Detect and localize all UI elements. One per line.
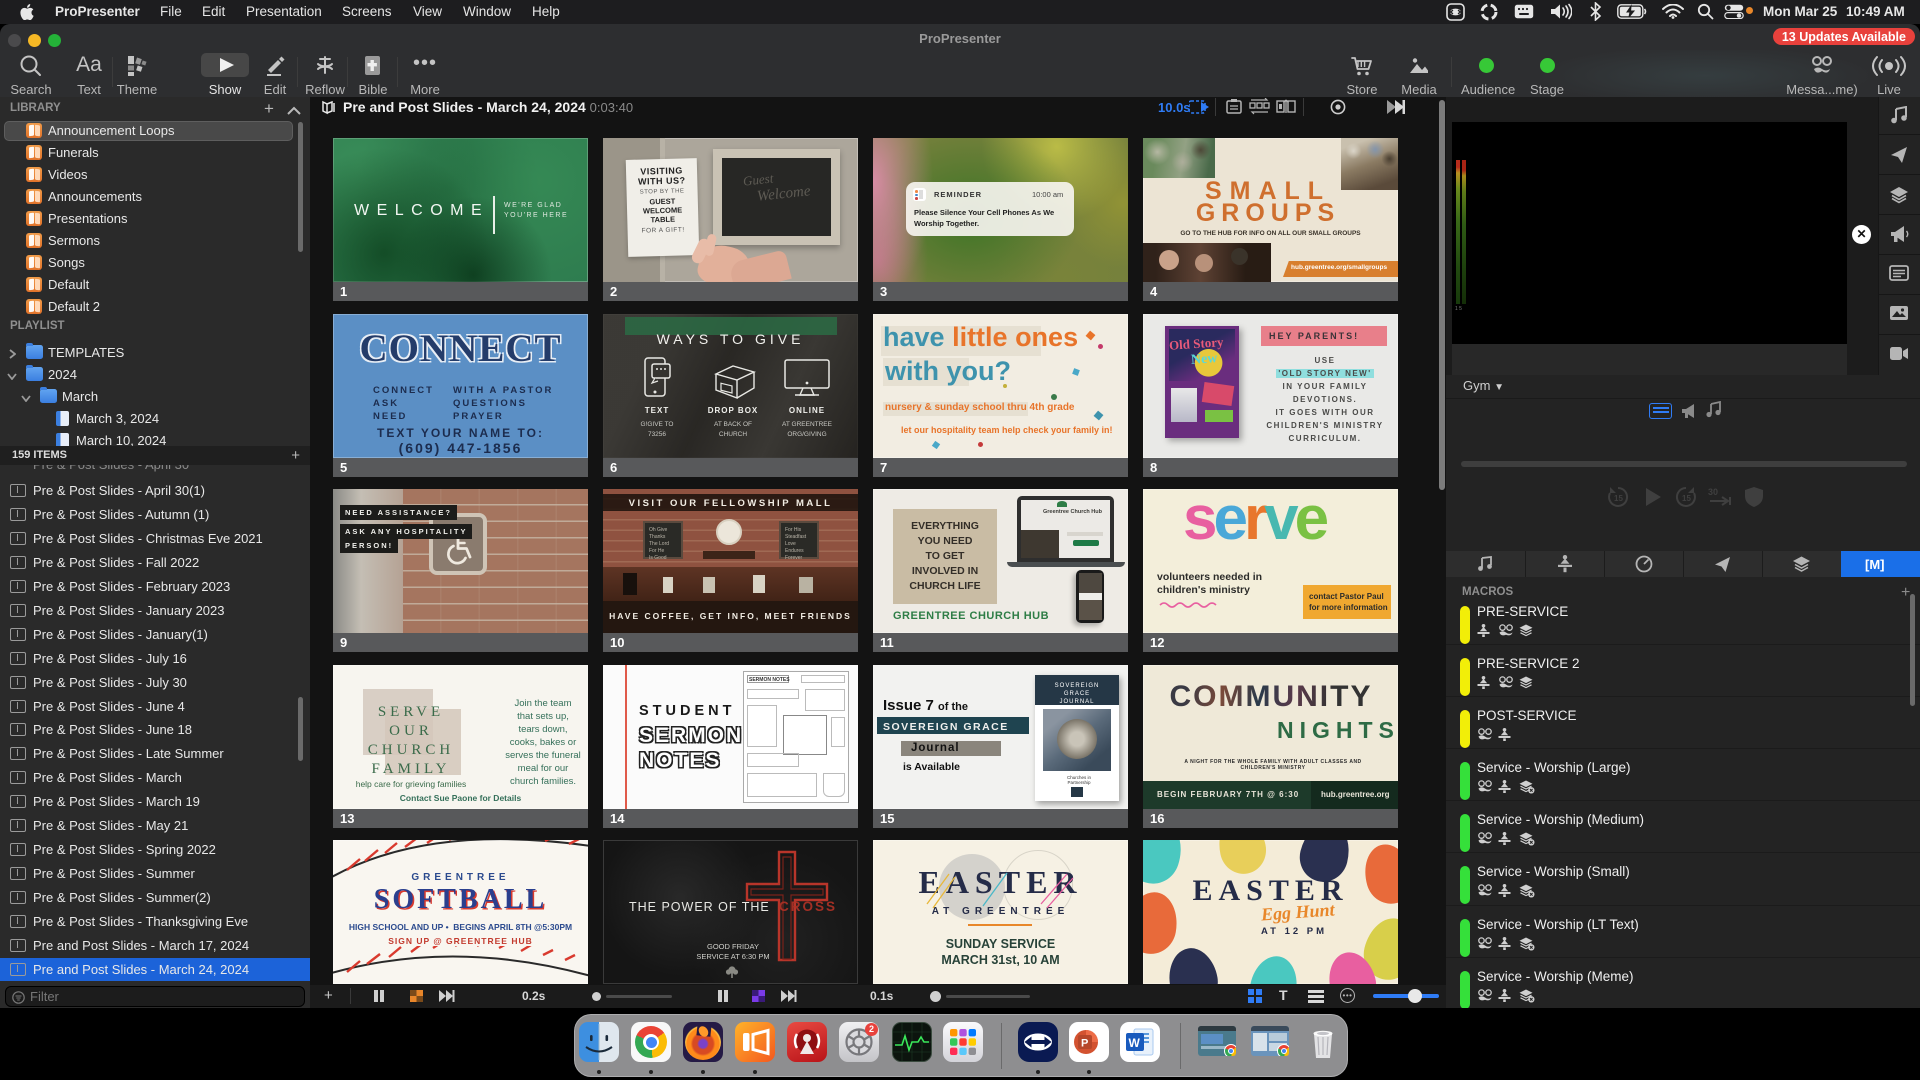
svg-text:P: P [1081, 1038, 1088, 1050]
svg-text:30: 30 [1708, 487, 1718, 497]
svg-text:15: 15 [1682, 494, 1691, 503]
svg-text:15: 15 [1614, 494, 1623, 503]
svg-text:W: W [1129, 1036, 1141, 1050]
